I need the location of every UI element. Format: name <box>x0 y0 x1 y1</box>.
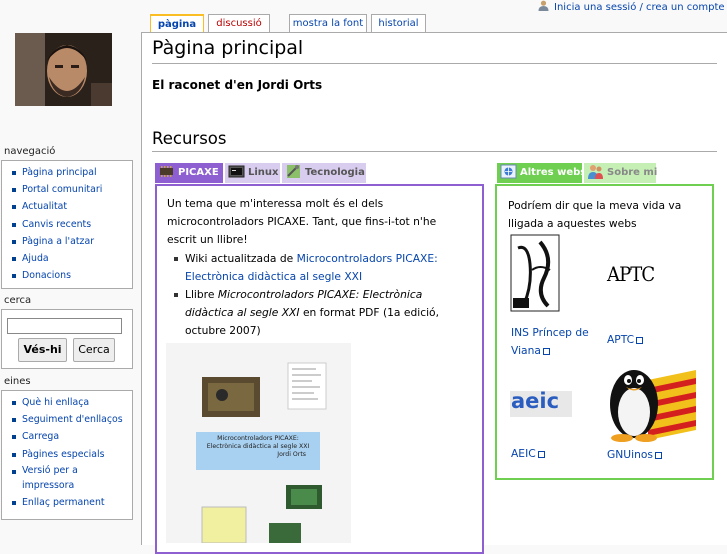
aptc-link[interactable]: APTC <box>607 331 643 349</box>
search-input[interactable] <box>7 318 122 334</box>
tool-item-upload[interactable]: Carrega <box>11 428 132 445</box>
nav-item-current-events[interactable]: Actualitat <box>11 198 132 215</box>
globe-icon <box>500 164 517 179</box>
search-button[interactable]: Cerca <box>73 338 115 362</box>
portal-tab-sobre-mi[interactable]: Sobre mi <box>584 163 657 183</box>
personal-tools: Inicia una sessió / crea un compte <box>538 0 725 14</box>
chip-icon <box>158 164 175 179</box>
tool-item-special-pages[interactable]: Pàgines especials <box>11 446 132 463</box>
search-title: cerca <box>4 295 32 306</box>
portal-tab-altres-webs[interactable]: Altres webs <box>497 163 586 183</box>
aeic-logo[interactable]: aeic <box>510 389 572 417</box>
nav-item-recent-changes[interactable]: Canvis recents <box>11 216 132 233</box>
site-logo[interactable] <box>15 33 112 106</box>
portal-tab-tecnologia[interactable]: Tecnologia <box>282 163 366 183</box>
tools-portlet: Què hi enllaça Seguiment d'enllaços Carr… <box>1 390 133 520</box>
people-icon <box>587 164 604 179</box>
nav-item-donations[interactable]: Donacions <box>11 267 132 284</box>
ins-principe-viana-link[interactable]: INS Príncep de Viana <box>511 324 601 359</box>
page-subtitle: El raconet d'en Jordi Orts <box>152 78 323 92</box>
terminal-icon <box>228 164 245 179</box>
picaxe-bullet-book: Llibre Microcontroladors PICAXE: Electrò… <box>174 286 465 340</box>
tab-view-source[interactable]: mostra la font <box>289 14 367 33</box>
nav-item-community-portal[interactable]: Portal comunitari <box>11 181 132 198</box>
picaxe-intro: Un tema que m'interessa molt és el dels … <box>167 197 437 246</box>
section-divider <box>152 151 717 152</box>
navigation-portlet: Pàgina principal Portal comunitari Actua… <box>1 160 133 289</box>
tab-history[interactable]: historial <box>371 14 426 33</box>
login-link[interactable]: Inicia una sessió / crea un compte <box>554 2 725 13</box>
section-heading: Recursos <box>152 129 227 148</box>
tool-item-printable-version[interactable]: Versió per a impressora <box>11 463 88 494</box>
gnuinos-logo[interactable] <box>604 360 696 442</box>
book-cover-text: Microcontroladors PICAXE: Electrònica di… <box>206 435 310 458</box>
title-divider <box>152 63 717 64</box>
nav-item-main-page[interactable]: Pàgina principal <box>11 164 132 181</box>
user-icon <box>538 0 549 11</box>
ins-principe-viana-logo[interactable] <box>510 234 560 312</box>
tool-item-what-links-here[interactable]: Què hi enllaça <box>11 394 132 411</box>
portal-tab-picaxe[interactable]: PICAXE <box>155 163 223 183</box>
aeic-link[interactable]: AEIC <box>511 445 545 463</box>
aptc-logo[interactable]: APTC <box>607 262 657 292</box>
gnuinos-link[interactable]: GNUinos <box>607 446 662 464</box>
nav-item-help[interactable]: Ajuda <box>11 250 132 267</box>
navigation-title: navegació <box>4 146 56 157</box>
tab-discussion[interactable]: discussió <box>208 14 270 33</box>
tool-item-permanent-link[interactable]: Enllaç permanent <box>11 494 132 511</box>
page-title: Pàgina principal <box>152 37 304 59</box>
picaxe-bullet-wiki: Wiki actualitzada de Microcontroladors P… <box>174 250 465 286</box>
nav-item-random-page[interactable]: Pàgina a l'atzar <box>11 233 132 250</box>
altres-webs-intro: Podríem dir que la meva vida va lligada … <box>508 199 682 230</box>
go-button[interactable]: Vés-hi <box>18 338 67 362</box>
book-cover-image[interactable]: Microcontroladors PICAXE: Electrònica di… <box>166 343 351 543</box>
tools-title: eines <box>4 376 31 387</box>
tool-item-related-changes[interactable]: Seguiment d'enllaços <box>11 411 132 428</box>
portal-tab-linux[interactable]: Linux <box>225 163 280 183</box>
tools-icon <box>285 164 302 179</box>
